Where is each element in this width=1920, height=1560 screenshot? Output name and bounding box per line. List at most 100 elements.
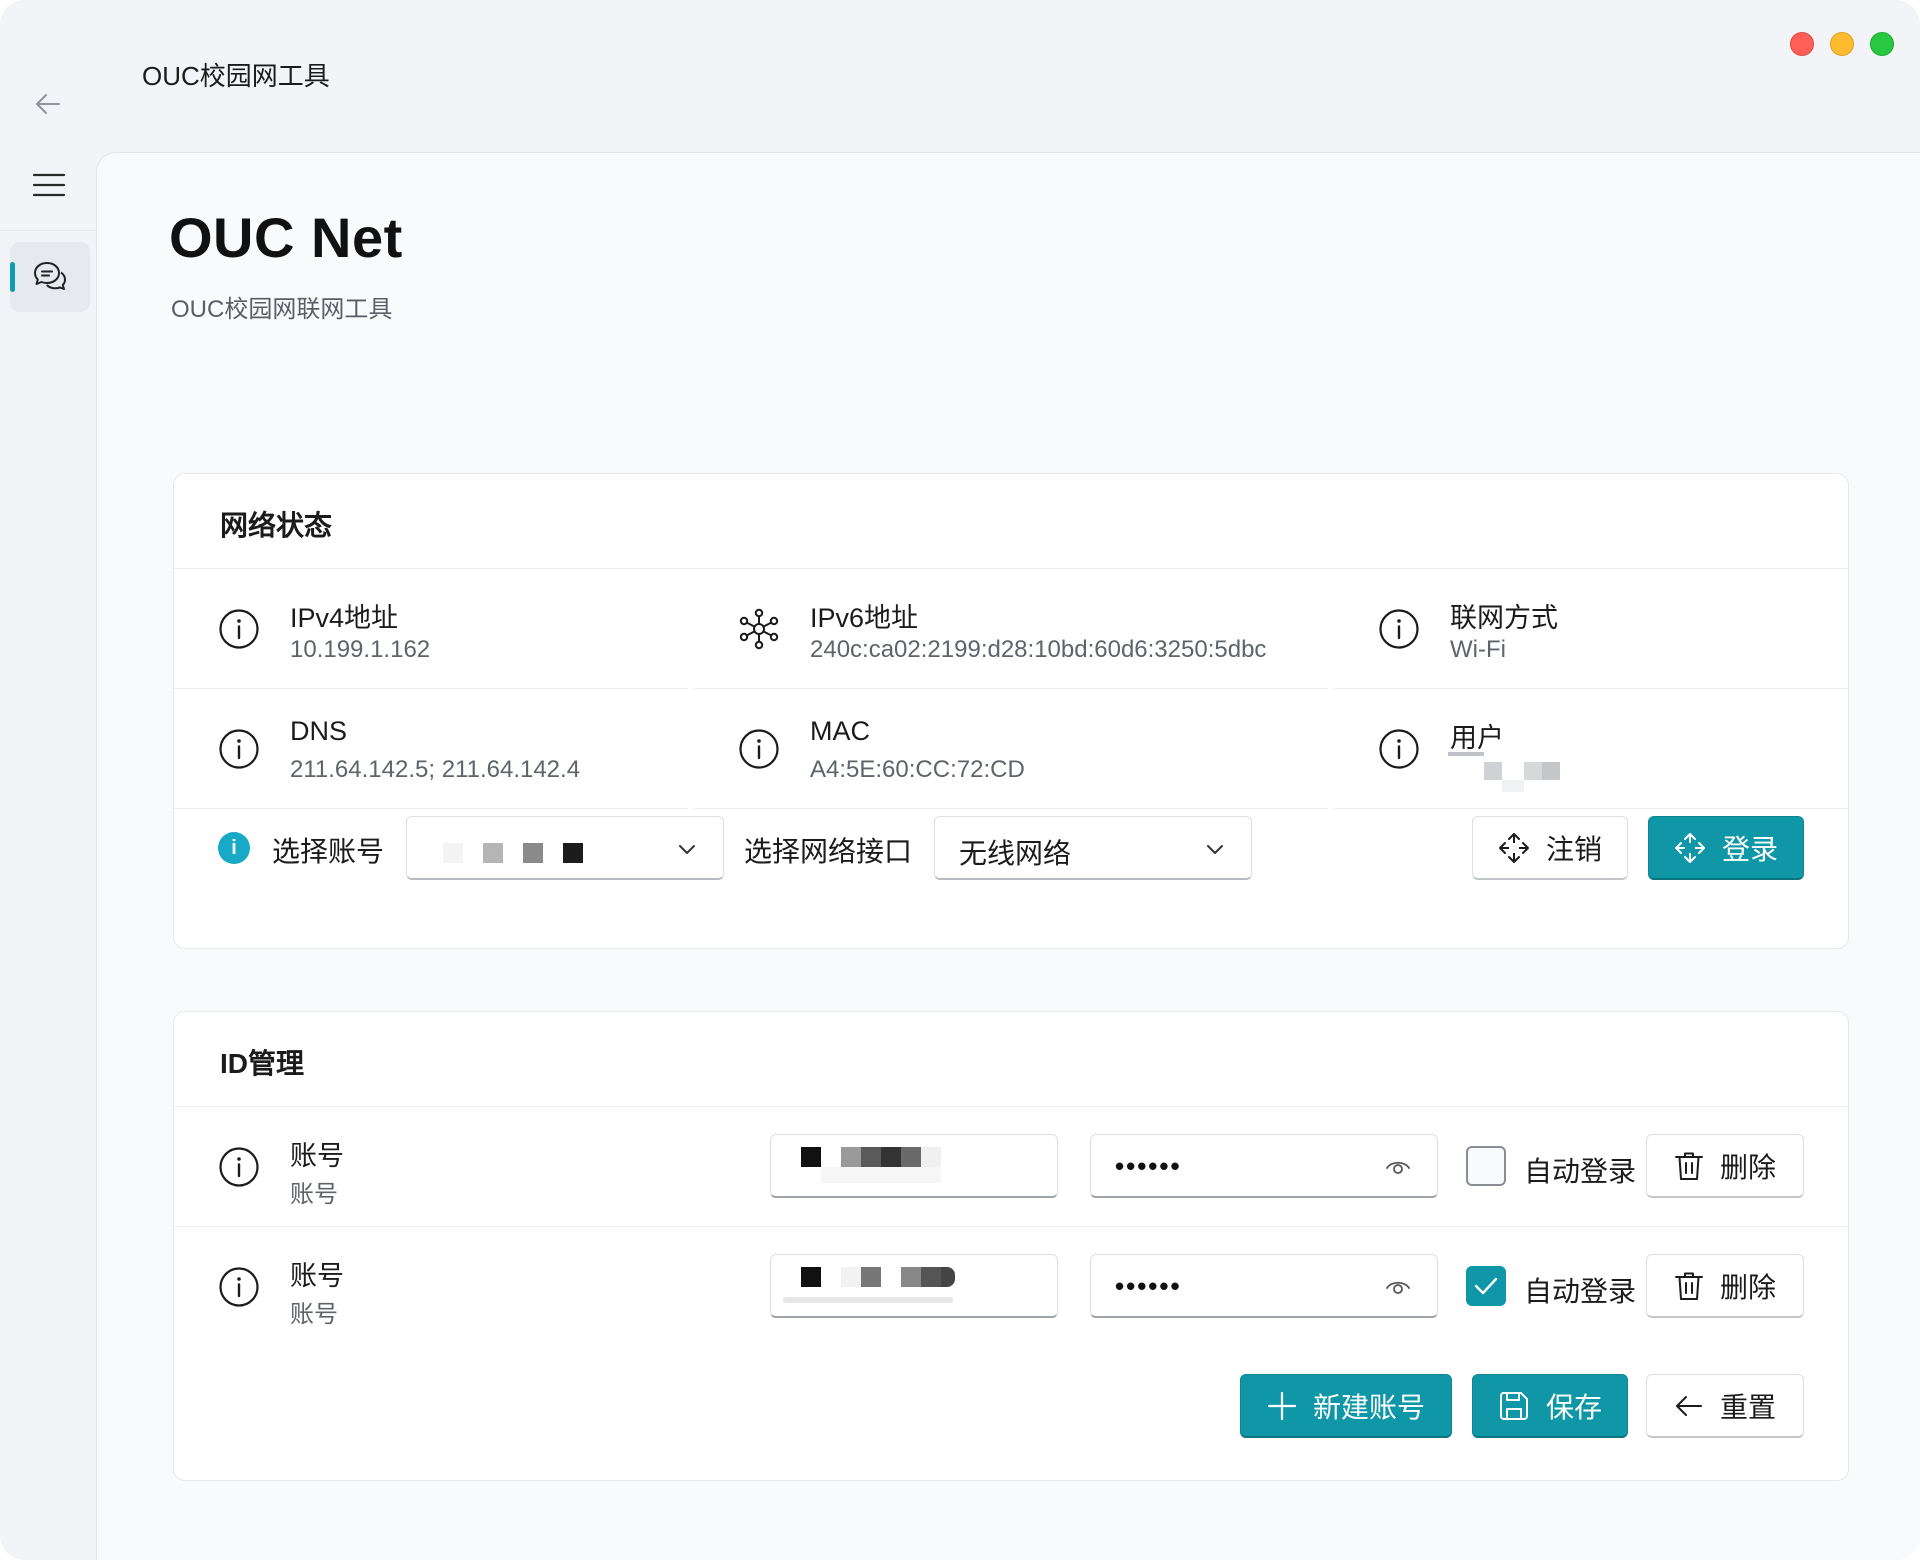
move-arrows-icon [1674, 832, 1705, 863]
account-select-label: 选择账号 [272, 836, 385, 867]
info-user: 用户 [1334, 690, 1850, 808]
info-label: 联网方式 [1450, 603, 1558, 633]
sidebar-item-chat[interactable] [10, 242, 90, 312]
user-value-redacted [1446, 752, 1586, 792]
auto-login-label: 自动登录 [1524, 1156, 1637, 1187]
save-button[interactable]: 保存 [1472, 1374, 1628, 1438]
info-value: Wi-Fi [1450, 636, 1506, 663]
divider [694, 808, 1328, 809]
card-header: ID管理 [174, 1012, 1848, 1107]
main-content: OUC Net OUC校园网联网工具 网络状态 IPv4地址 10.199.1.… [96, 152, 1920, 1560]
sidebar-divider [0, 230, 96, 231]
interface-select-value: 无线网络 [959, 838, 1072, 869]
password-mask: •••••• [1115, 1151, 1182, 1181]
info-icon [739, 729, 779, 769]
info-value: 240c:ca02:2199:d28:10bd:60d6:3250:5dbc [810, 636, 1267, 663]
info-ipv6: IPv6地址 240c:ca02:2199:d28:10bd:60d6:3250… [694, 570, 1314, 688]
password-input[interactable]: •••••• [1090, 1254, 1438, 1318]
page-subtitle: OUC校园网联网工具 [171, 296, 393, 323]
delete-label: 删除 [1719, 1151, 1776, 1183]
trash-icon [1674, 1152, 1703, 1180]
info-icon [219, 729, 259, 769]
delete-button[interactable]: 删除 [1646, 1254, 1804, 1318]
info-value: A4:5E:60:CC:72:CD [810, 756, 1025, 783]
account-subtitle: 账号 [290, 1301, 338, 1328]
app-window: OUC校园网工具 OUC Net OUC校园网联网工具 网络状态 IPv4地址 [0, 0, 1920, 1560]
selected-indicator [10, 262, 15, 292]
card-header: 网络状态 [174, 474, 1848, 569]
reset-button[interactable]: 重置 [1646, 1374, 1804, 1438]
save-icon [1499, 1391, 1528, 1420]
info-label: MAC [810, 716, 870, 746]
account-subtitle: 账号 [290, 1181, 338, 1208]
network-status-card: 网络状态 IPv4地址 10.199.1.162 IPv6地址 240c:ca0… [173, 473, 1850, 949]
chevron-down-icon [1207, 845, 1223, 854]
card-title: ID管理 [220, 1048, 305, 1079]
page-title: OUC Net [169, 206, 403, 269]
arrow-left-icon [36, 94, 60, 114]
account-select[interactable] [406, 816, 724, 880]
arrow-left-icon [1675, 1395, 1702, 1416]
reveal-password-icon[interactable] [1385, 1277, 1411, 1297]
auto-login-checkbox[interactable] [1466, 1146, 1506, 1186]
network-hub-icon [739, 608, 779, 650]
divider [174, 688, 688, 689]
username-input[interactable] [770, 1134, 1058, 1198]
account-value-redacted [443, 843, 583, 863]
auto-login-label: 自动登录 [1524, 1276, 1637, 1307]
info-label: DNS [290, 716, 348, 746]
info-icon [219, 1147, 259, 1187]
info-dot-icon: i [218, 832, 250, 864]
divider [174, 808, 688, 809]
interface-select[interactable]: 无线网络 [934, 816, 1252, 880]
divider [174, 1226, 1850, 1227]
info-mac: MAC A4:5E:60:CC:72:CD [694, 690, 1314, 808]
info-value: 10.199.1.162 [290, 636, 431, 663]
close-window-button[interactable] [1790, 32, 1814, 56]
logout-label: 注销 [1545, 833, 1602, 865]
username-input[interactable] [770, 1254, 1058, 1318]
info-label: IPv6地址 [810, 603, 919, 633]
info-label: IPv4地址 [290, 603, 399, 633]
delete-label: 删除 [1719, 1271, 1776, 1303]
info-connection-type: 联网方式 Wi-Fi [1334, 570, 1850, 688]
account-row: 账号 账号 •••••• 自动登录 删除 [174, 1108, 1850, 1228]
back-button[interactable] [30, 86, 66, 122]
info-ipv4: IPv4地址 10.199.1.162 [174, 570, 694, 688]
info-label: 用户 [1450, 723, 1504, 753]
chat-bubbles-icon [34, 262, 66, 290]
logout-button[interactable]: 注销 [1472, 816, 1628, 880]
password-mask: •••••• [1115, 1271, 1182, 1301]
maximize-window-button[interactable] [1870, 32, 1894, 56]
reset-label: 重置 [1719, 1391, 1776, 1423]
info-icon [1379, 729, 1419, 769]
divider [694, 688, 1328, 689]
save-label: 保存 [1545, 1391, 1602, 1423]
divider [1334, 808, 1850, 809]
reveal-password-icon[interactable] [1385, 1157, 1411, 1177]
info-icon [1379, 609, 1419, 649]
chevron-down-icon [679, 845, 695, 854]
divider [1334, 688, 1850, 689]
info-icon [219, 609, 259, 649]
account-title: 账号 [290, 1141, 344, 1171]
plus-icon [1267, 1391, 1297, 1420]
new-account-button[interactable]: 新建账号 [1240, 1374, 1452, 1438]
delete-button[interactable]: 删除 [1646, 1134, 1804, 1198]
card-title: 网络状态 [220, 510, 333, 541]
auto-login-checkbox[interactable] [1466, 1266, 1506, 1306]
id-management-card: ID管理 账号 账号 •••••• 自动登录 删除 账号 账号 •••••• 自… [173, 1011, 1850, 1481]
new-account-label: 新建账号 [1312, 1391, 1425, 1423]
hamburger-icon [32, 173, 66, 197]
info-dns: DNS 211.64.142.5; 211.64.142.4 [174, 690, 694, 808]
menu-button[interactable] [28, 164, 70, 206]
username-value-redacted [801, 1147, 961, 1187]
login-button[interactable]: 登录 [1648, 816, 1804, 880]
password-input[interactable]: •••••• [1090, 1134, 1438, 1198]
info-icon [219, 1267, 259, 1307]
minimize-window-button[interactable] [1830, 32, 1854, 56]
move-arrows-icon [1498, 832, 1529, 863]
username-value-redacted [783, 1267, 971, 1307]
interface-select-label: 选择网络接口 [744, 836, 913, 867]
info-value: 211.64.142.5; 211.64.142.4 [290, 756, 581, 783]
